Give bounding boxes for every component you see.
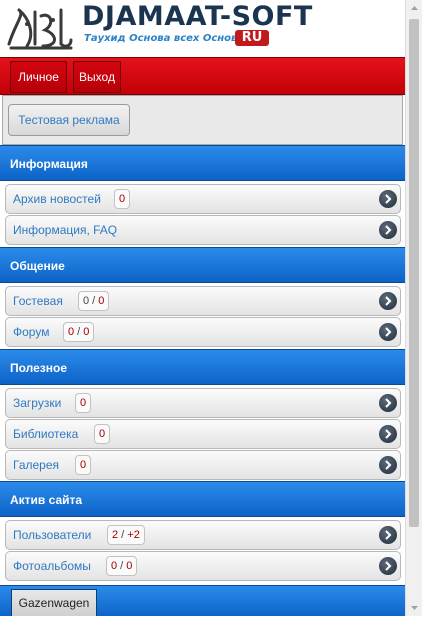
gazenwagen-button[interactable]: Gazenwagen [11, 589, 97, 616]
site-title: DJAMAAT-SOFT [82, 1, 313, 32]
chevron-right-icon [379, 323, 397, 341]
list-item-info-faq[interactable]: Информация, FAQ [5, 215, 401, 245]
ru-badge: RU [235, 30, 269, 46]
chevron-right-icon [379, 425, 397, 443]
item-label: Пользователи [13, 528, 92, 542]
list-item-users[interactable]: Пользователи 2 / +2 [5, 520, 401, 550]
item-label: Информация, FAQ [13, 223, 118, 237]
list-item-guestbook[interactable]: Гостевая 0 / 0 [5, 286, 401, 316]
item-label: Библиотека [13, 427, 79, 441]
personal-button[interactable]: Личное [10, 61, 67, 93]
count-badge: 0 [94, 424, 111, 444]
test-ad-button[interactable]: Тестовая реклама [8, 104, 130, 136]
count-badge: 0 [114, 189, 131, 209]
list-item-news-archive[interactable]: Архив новостей 0 [5, 184, 401, 214]
count-badge: 2 / +2 [107, 525, 145, 545]
list-item-photo-albums[interactable]: Фотоальбомы 0 / 0 [5, 551, 401, 581]
count-value: 0 [83, 326, 90, 338]
footer-bar: Gazenwagen [0, 585, 405, 616]
chevron-right-icon [379, 456, 397, 474]
calligraphy-logo-icon [5, 4, 75, 52]
list-item-library[interactable]: Библиотека 0 [5, 419, 401, 449]
list-item-downloads[interactable]: Загрузки 0 [5, 388, 401, 418]
vertical-scrollbar[interactable] [405, 0, 422, 616]
count-badge: 0 [75, 393, 92, 413]
count-value: 0 [98, 295, 105, 307]
site-header: DJAMAAT-SOFT Таухид Основа всех Основ!!!… [0, 0, 405, 56]
section-header-site-activity: Актив сайта [0, 481, 405, 517]
item-label: Архив новостей [13, 192, 101, 206]
scrollbar-thumb[interactable] [409, 19, 419, 527]
list-item-gallery[interactable]: Галерея 0 [5, 450, 401, 480]
chevron-right-icon [379, 221, 397, 239]
top-navigation: Личное Выход [0, 57, 405, 95]
chevron-right-icon [379, 526, 397, 544]
count-badge: 0 [75, 455, 92, 475]
chevron-right-icon [379, 557, 397, 575]
count-value: 0 [126, 560, 133, 572]
section-header-social: Общение [0, 247, 405, 283]
count-badge: 0 / 0 [78, 291, 110, 311]
ad-block: Тестовая реклама [2, 95, 403, 145]
item-label: Загрузки [13, 396, 62, 410]
scroll-up-arrow-icon[interactable] [406, 0, 422, 17]
item-label: Фотоальбомы [13, 559, 91, 573]
scroll-down-arrow-icon[interactable] [406, 599, 422, 616]
count-badge: 0 / 0 [106, 556, 138, 576]
item-label: Форум [13, 325, 50, 339]
count-value: +2 [127, 529, 140, 541]
item-label: Галерея [13, 458, 60, 472]
logout-button[interactable]: Выход [73, 61, 121, 93]
section-header-info: Информация [0, 145, 405, 181]
chevron-right-icon [379, 394, 397, 412]
count-badge: 0 / 0 [63, 322, 95, 342]
chevron-right-icon [379, 292, 397, 310]
page: DJAMAAT-SOFT Таухид Основа всех Основ!!!… [0, 0, 405, 616]
chevron-right-icon [379, 190, 397, 208]
section-header-useful: Полезное [0, 349, 405, 385]
site-slogan: Таухид Основа всех Основ!!! [84, 33, 252, 44]
list-item-forum[interactable]: Форум 0 / 0 [5, 317, 401, 347]
item-label: Гостевая [13, 294, 63, 308]
